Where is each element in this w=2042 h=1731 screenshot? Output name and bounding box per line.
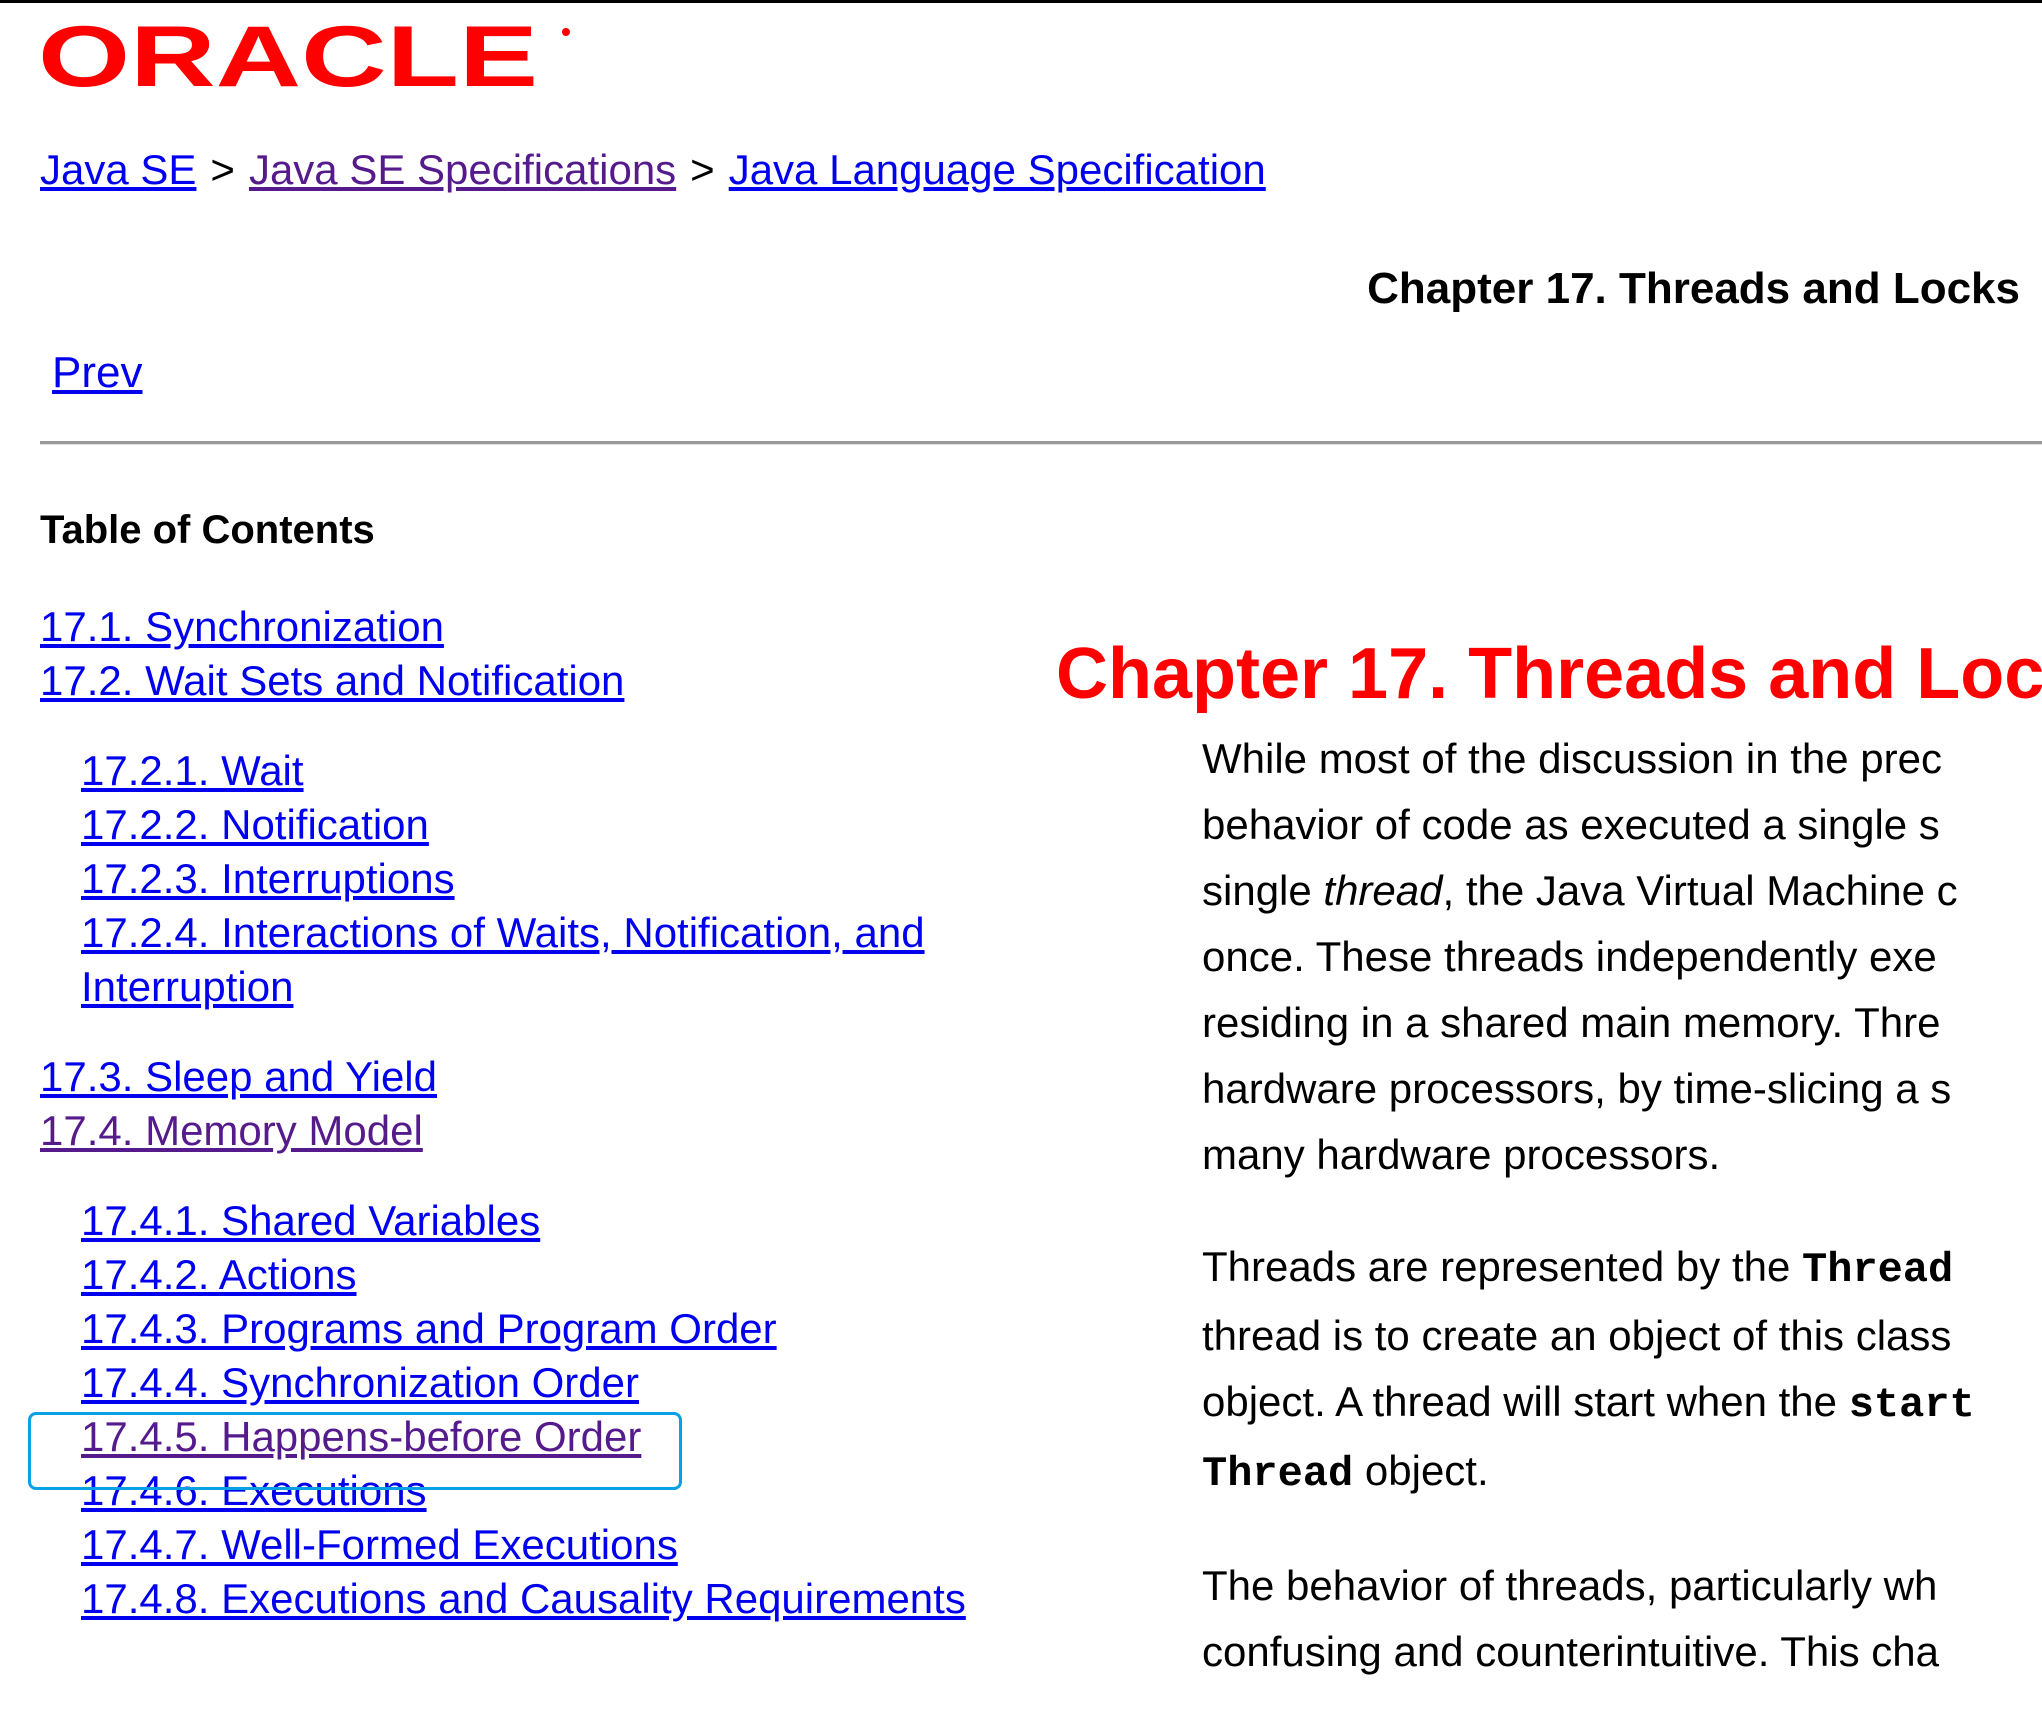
toc-link-17-4-2[interactable]: 17.4.2. Actions [81, 1248, 1020, 1302]
breadcrumb-java-se[interactable]: Java SE [40, 146, 196, 193]
oracle-logo[interactable]: ORACLE [38, 22, 578, 94]
code-thread: Thread [1802, 1246, 1954, 1294]
text-line: hardware processors, by time-slicing a s [1202, 1065, 1952, 1112]
text-line: residing in a shared main memory. Thre [1202, 999, 1941, 1046]
toc-title: Table of Contents [40, 508, 375, 552]
toc-link-17-2-4[interactable]: 17.2.4. Interactions of Waits, Notificat… [81, 906, 1001, 1014]
toc-link-17-4-7[interactable]: 17.4.7. Well-Formed Executions [81, 1518, 1020, 1572]
toc-link-17-4-1[interactable]: 17.4.1. Shared Variables [81, 1194, 1020, 1248]
paragraph-2: Threads are represented by the Thread th… [1202, 1234, 2042, 1507]
text-line: confusing and counterintuitive. This cha [1202, 1628, 1940, 1675]
toc-link-17-4[interactable]: 17.4. Memory Model [40, 1104, 1020, 1158]
emphasis-thread: thread [1323, 867, 1443, 914]
text-line: The behavior of threads, particularly wh [1202, 1562, 1938, 1609]
text-line: single [1202, 867, 1324, 914]
selection-highlight-box [28, 1412, 682, 1490]
toc-link-17-2[interactable]: 17.2. Wait Sets and Notification [40, 654, 1020, 708]
chapter-title: Chapter 17. Threads and Locks [1056, 634, 2042, 715]
text-line: object. A thread will start when the [1202, 1378, 1849, 1425]
toc-link-17-4-3[interactable]: 17.4.3. Programs and Program Order [81, 1302, 1020, 1356]
toc-link-17-4-8[interactable]: 17.4.8. Executions and Causality Require… [81, 1572, 1020, 1626]
table-of-contents: 17.1. Synchronization 17.2. Wait Sets an… [40, 600, 1020, 1662]
svg-text:ORACLE: ORACLE [38, 22, 538, 94]
toc-link-17-2-3[interactable]: 17.2.3. Interruptions [81, 852, 1020, 906]
toc-link-17-2-1[interactable]: 17.2.1. Wait [81, 744, 1020, 798]
text-line: thread is to create an object of this cl… [1202, 1312, 1952, 1359]
text-line: Threads are represented by the [1202, 1243, 1803, 1290]
toc-link-17-2-2[interactable]: 17.2.2. Notification [81, 798, 1020, 852]
header-divider [40, 441, 2042, 445]
chapter-header: Chapter 17. Threads and Locks [1367, 264, 2020, 313]
text-line: While most of the discussion in the prec [1202, 735, 1943, 782]
toc-link-17-4-4[interactable]: 17.4.4. Synchronization Order [81, 1356, 1020, 1410]
toc-link-17-1[interactable]: 17.1. Synchronization [40, 600, 1020, 654]
text-line: behavior of code as executed a single s [1202, 801, 1940, 848]
toc-link-17-3[interactable]: 17.3. Sleep and Yield [40, 1050, 1020, 1104]
chapter-content: While most of the discussion in the prec… [1202, 726, 2042, 1731]
breadcrumb-separator: > [210, 146, 235, 193]
top-border [0, 0, 2042, 3]
breadcrumb: Java SE > Java SE Specifications > Java Lang… [40, 146, 1266, 194]
breadcrumb-separator: > [690, 146, 715, 193]
text-line: , the Java Virtual Machine c [1442, 867, 1958, 914]
paragraph-3: The behavior of threads, particularly wh… [1202, 1553, 2042, 1685]
prev-link[interactable]: Prev [52, 348, 142, 398]
paragraph-1: While most of the discussion in the prec… [1202, 726, 2042, 1188]
text-line: object. [1353, 1447, 1489, 1494]
code-start: start [1848, 1381, 1975, 1429]
code-thread: Thread [1202, 1450, 1354, 1498]
breadcrumb-java-se-specifications[interactable]: Java SE Specifications [249, 146, 676, 193]
oracle-logo-icon: ORACLE [38, 22, 570, 94]
text-line: many hardware processors. [1202, 1131, 1721, 1178]
breadcrumb-java-language-specification[interactable]: Java Language Specification [729, 146, 1266, 193]
text-line: once. These threads independently exe [1202, 933, 1937, 980]
